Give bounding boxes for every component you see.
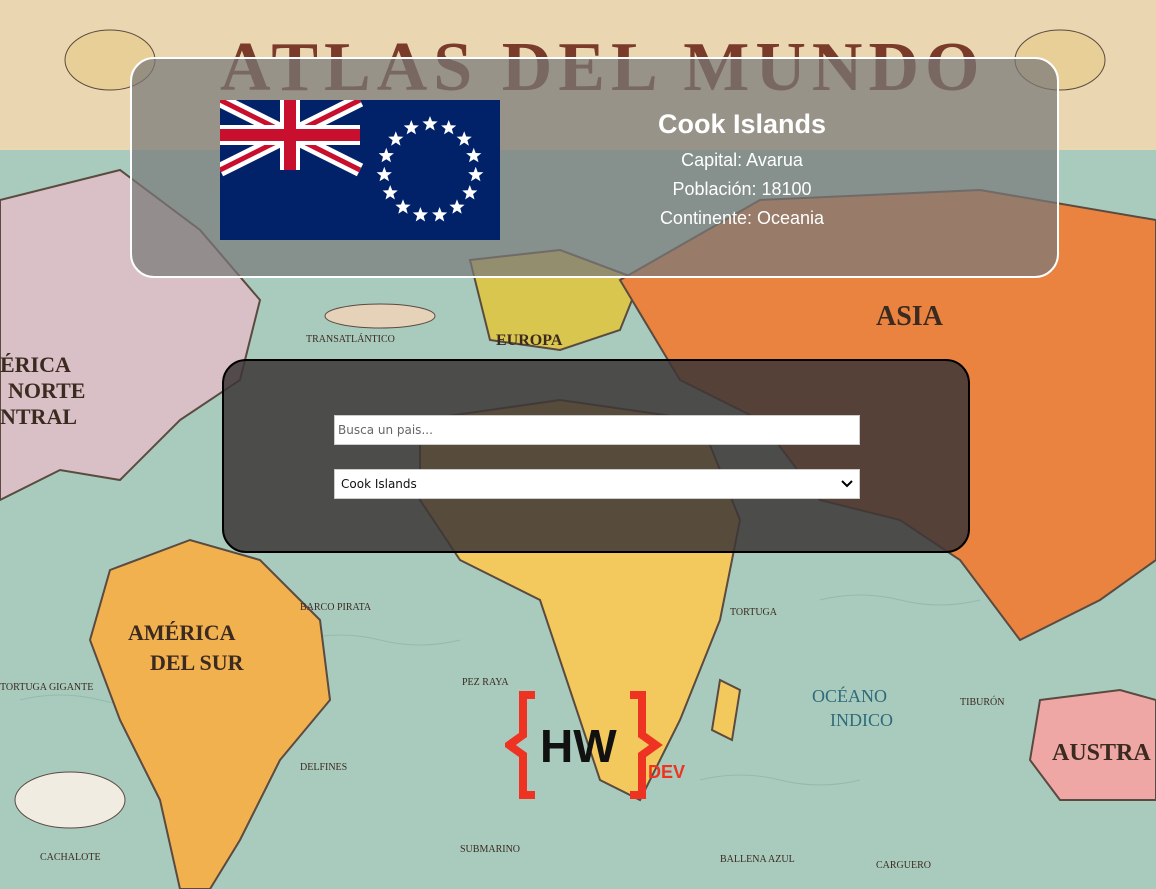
map-label-tortuga-gigante: TORTUGA GIGANTE bbox=[0, 682, 93, 693]
map-label-america-sur-2: DEL SUR bbox=[150, 650, 245, 675]
map-label-america-norte-3: NTRAL bbox=[0, 404, 77, 429]
country-capital: Capital: Avarua bbox=[681, 150, 803, 170]
map-label-barco-pirata: BARCO PIRATA bbox=[300, 602, 372, 613]
map-label-america-norte-2: NORTE bbox=[8, 378, 85, 403]
map-label-oceano-indico-2: INDICO bbox=[830, 710, 893, 730]
map-label-america-sur-1: AMÉRICA bbox=[128, 620, 236, 645]
logo-text: HW bbox=[540, 720, 617, 772]
map-label-submarino: SUBMARINO bbox=[460, 844, 520, 855]
country-select-value: Cook Islands bbox=[341, 477, 417, 491]
chevron-down-icon bbox=[841, 480, 853, 488]
map-label-tortuga: TORTUGA bbox=[730, 607, 778, 618]
search-panel: Cook Islands bbox=[222, 359, 970, 553]
country-name: Cook Islands bbox=[657, 109, 827, 139]
map-label-oceano-indico-1: OCÉANO bbox=[812, 685, 887, 706]
country-info: Cook Islands Capital: Avarua Población: … bbox=[602, 109, 882, 233]
map-label-delfines: DELFINES bbox=[300, 762, 347, 773]
hw-dev-logo: HW DEV bbox=[505, 691, 685, 799]
logo-subtext: DEV bbox=[648, 762, 685, 782]
map-label-ballena-azul: BALLENA AZUL bbox=[720, 854, 795, 865]
ship-icon bbox=[324, 303, 436, 329]
map-label-cachalote: CACHALOTE bbox=[40, 852, 101, 863]
map-label-america-norte-1: ÉRICA bbox=[0, 352, 71, 377]
map-label-transatlantico: TRANSATLÁNTICO bbox=[306, 333, 395, 345]
country-info-card: Cook Islands Capital: Avarua Población: … bbox=[130, 57, 1059, 278]
search-input[interactable] bbox=[334, 415, 860, 445]
country-continent: Continente: Oceania bbox=[659, 208, 825, 228]
country-population: Población: 18100 bbox=[672, 179, 812, 199]
country-select[interactable]: Cook Islands bbox=[334, 469, 860, 499]
map-label-tiburon: TIBURÓN bbox=[960, 696, 1004, 708]
map-label-asia: ASIA bbox=[876, 301, 944, 332]
map-label-pez-raya: PEZ RAYA bbox=[462, 677, 509, 688]
map-label-australia: AUSTRA bbox=[1052, 740, 1151, 766]
map-label-europa: EUROPA bbox=[496, 332, 563, 349]
map-label-carguero: CARGUERO bbox=[876, 860, 931, 871]
whale-icon bbox=[14, 771, 126, 829]
country-flag bbox=[220, 100, 500, 240]
